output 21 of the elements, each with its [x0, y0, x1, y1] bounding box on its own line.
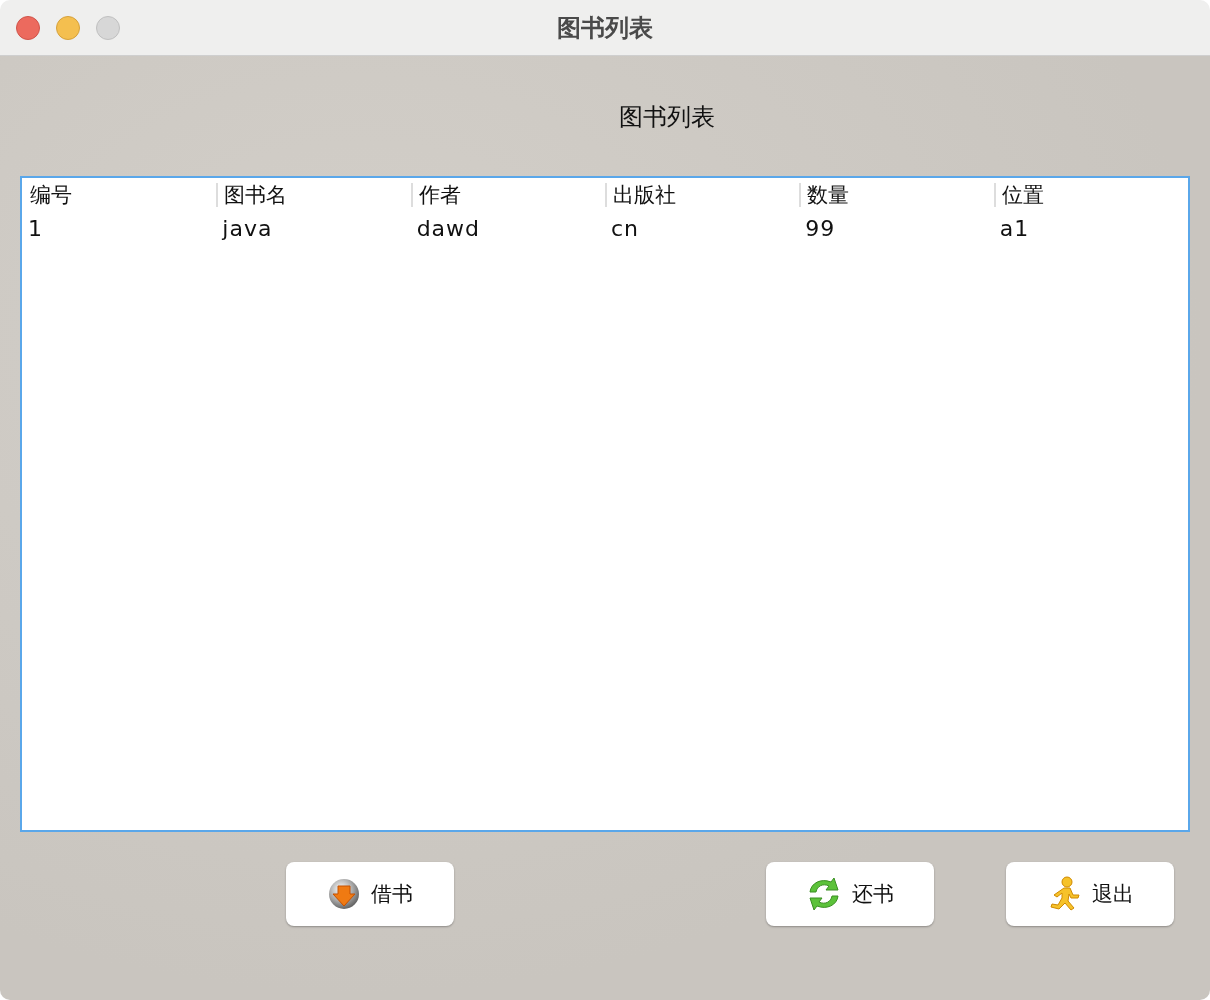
close-button[interactable] — [16, 15, 40, 40]
minimize-button[interactable] — [56, 15, 80, 40]
action-button[interactable]: 借书 — [286, 862, 454, 926]
column-header[interactable]: 作者 — [418, 181, 461, 209]
table-cell: cn — [611, 215, 640, 241]
column-header[interactable]: 编号 — [30, 181, 72, 209]
column-header[interactable]: 出版社 — [613, 181, 676, 209]
action-button[interactable]: 退出 — [1006, 862, 1174, 926]
column-header[interactable]: 位置 — [1001, 181, 1044, 209]
table-cell: dawd — [416, 215, 481, 241]
refresh-icon — [806, 876, 842, 912]
zoom-button[interactable] — [96, 15, 120, 40]
column-header[interactable]: 数量 — [807, 181, 850, 209]
table-cell: a1 — [999, 215, 1030, 241]
table-cell: 1 — [28, 215, 43, 241]
page-heading: 图书列表 — [619, 102, 715, 133]
table-cell: 99 — [805, 215, 836, 241]
action-button[interactable]: 还书 — [766, 862, 934, 926]
table-cell: java — [222, 215, 273, 241]
window-title: 图书列表 — [557, 12, 653, 44]
column-header[interactable]: 图书名 — [224, 181, 288, 209]
